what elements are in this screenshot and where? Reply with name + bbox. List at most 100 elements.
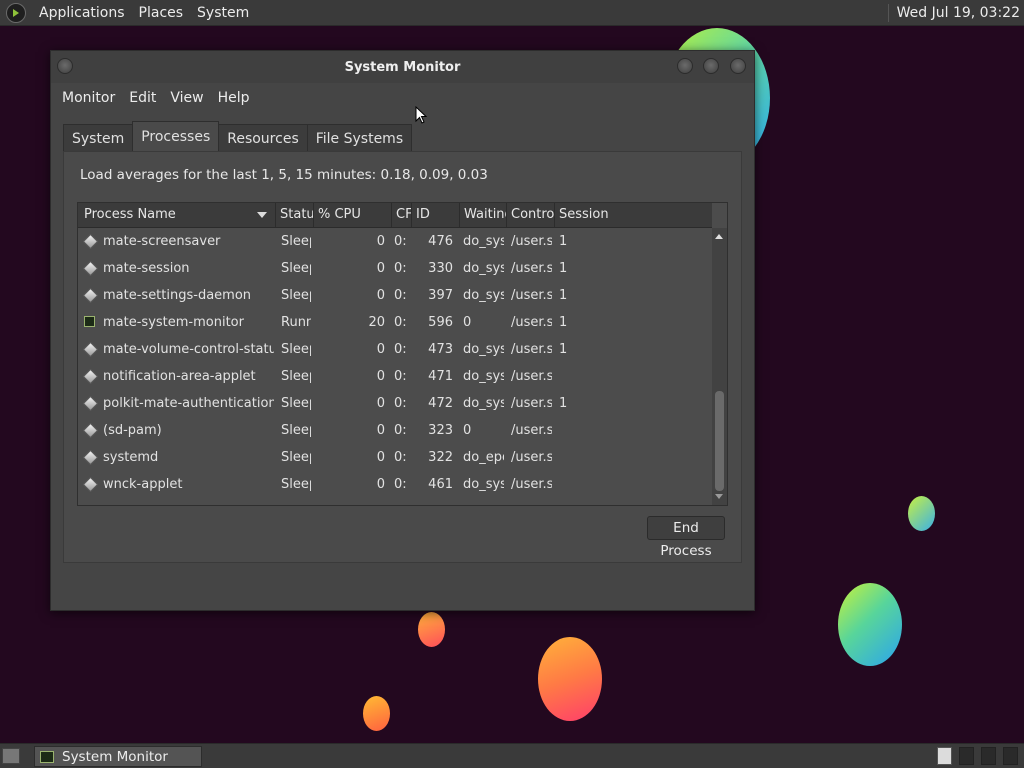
cell-name: wnck-applet xyxy=(103,477,183,492)
cell-session xyxy=(559,444,589,471)
cell-id: 397 xyxy=(428,288,453,303)
menu-edit[interactable]: Edit xyxy=(122,90,163,106)
cell-waiting: do_sys xyxy=(463,234,504,249)
column-header-control-group[interactable]: Contro xyxy=(507,203,555,227)
cell-id: 322 xyxy=(428,450,453,465)
table-row[interactable]: mate-system-monitor Runn 20 0: 596 0/user.s 1 xyxy=(78,309,712,336)
desktop: Applications Places System Wed Jul 19, 0… xyxy=(0,0,1024,768)
end-process-button[interactable]: End Process xyxy=(647,516,725,559)
show-desktop-icon[interactable] xyxy=(2,748,20,764)
cell-cputime: 0: xyxy=(394,261,407,276)
window-titlebar[interactable]: System Monitor xyxy=(51,51,754,83)
cell-cpu: 0 xyxy=(376,342,385,357)
cell-cpu: 0 xyxy=(376,261,385,276)
cell-session xyxy=(559,363,589,390)
cell-status: Sleep xyxy=(281,234,311,249)
cell-status: Sleep xyxy=(281,288,311,303)
table-row[interactable]: wnck-applet Sleep 0 0: 461 do_sys/user.s xyxy=(78,471,712,498)
column-header-process-name[interactable]: Process Name xyxy=(78,203,276,227)
system-monitor-icon xyxy=(84,316,95,327)
table-row[interactable]: systemd Sleep 0 0: 322 do_epo/user.s xyxy=(78,444,712,471)
cell-cpu: 0 xyxy=(376,369,385,384)
tab-system[interactable]: System xyxy=(63,124,134,152)
cell-waiting: 0 xyxy=(463,423,472,438)
tab-file-systems[interactable]: File Systems xyxy=(306,124,413,152)
bottom-panel: System Monitor xyxy=(0,743,1024,768)
vertical-scrollbar[interactable] xyxy=(712,228,727,505)
scroll-up-icon[interactable] xyxy=(715,234,723,239)
cell-waiting: do_sys xyxy=(463,261,504,276)
window-content: System Processes Resources File Systems … xyxy=(63,121,742,563)
cell-id: 471 xyxy=(428,369,453,384)
cell-name: (sd-pam) xyxy=(103,423,162,438)
cell-waiting: do_sys xyxy=(463,396,504,411)
cell-cputime: 0: xyxy=(394,315,407,330)
table-row[interactable]: mate-volume-control-status Sleep 0 0: 473 do_… xyxy=(78,336,712,363)
close-button[interactable] xyxy=(730,58,746,74)
column-header-id[interactable]: ID xyxy=(412,203,460,227)
table-row[interactable]: mate-session Sleep 0 0: 330 do_sys/user.s 1 xyxy=(78,255,712,282)
diamond-icon xyxy=(82,260,99,277)
column-header-waiting-channel[interactable]: Waiting xyxy=(460,203,507,227)
table-body: mate-screensaver Sleep 0 0: 476 do_sys/user.s… xyxy=(78,228,712,498)
minimize-button[interactable] xyxy=(677,58,693,74)
column-header-session[interactable]: Session xyxy=(555,203,712,227)
cell-cputime: 0: xyxy=(394,234,407,249)
cell-control: /user.s xyxy=(511,288,552,303)
taskbar-item-system-monitor[interactable]: System Monitor xyxy=(34,746,202,767)
column-header-status[interactable]: Statu xyxy=(276,203,314,227)
tab-resources[interactable]: Resources xyxy=(218,124,308,152)
table-row[interactable]: mate-settings-daemon Sleep 0 0: 397 do_sys/us… xyxy=(78,282,712,309)
cell-session: 1 xyxy=(559,234,568,249)
diamond-icon xyxy=(82,233,99,250)
cell-control: /user.s xyxy=(511,234,552,249)
diamond-icon xyxy=(82,449,99,466)
table-row[interactable]: mate-screensaver Sleep 0 0: 476 do_sys/user.s… xyxy=(78,228,712,255)
column-header-cpu[interactable]: % CPU xyxy=(314,203,392,227)
cell-cputime: 0: xyxy=(394,288,407,303)
menu-view[interactable]: View xyxy=(163,90,210,106)
cell-waiting: do_epo xyxy=(463,450,504,465)
workspace-2[interactable] xyxy=(959,747,974,765)
cell-waiting: do_sys xyxy=(463,477,504,492)
cell-cpu: 0 xyxy=(376,234,385,249)
load-averages-label: Load averages for the last 1, 5, 15 minu… xyxy=(80,167,488,183)
workspace-4[interactable] xyxy=(1003,747,1018,765)
scrollbar-thumb[interactable] xyxy=(715,391,724,491)
cell-cpu: 0 xyxy=(376,396,385,411)
workspace-3[interactable] xyxy=(981,747,996,765)
cell-id: 476 xyxy=(428,234,453,249)
places-menu[interactable]: Places xyxy=(132,5,191,21)
column-header-cpu-time[interactable]: CF xyxy=(392,203,412,227)
distro-logo-icon[interactable] xyxy=(6,2,26,23)
diamond-icon xyxy=(82,476,99,493)
menu-help[interactable]: Help xyxy=(211,90,257,106)
cell-name: systemd xyxy=(103,450,159,465)
workspace-1[interactable] xyxy=(937,747,952,765)
clock[interactable]: Wed Jul 19, 03:22 xyxy=(897,5,1024,21)
cell-status: Sleep xyxy=(281,342,311,357)
system-monitor-window: System Monitor Monitor Edit View Help Sy… xyxy=(50,50,755,611)
cell-cputime: 0: xyxy=(394,369,407,384)
sort-descending-icon xyxy=(257,212,267,218)
cell-cpu: 0 xyxy=(376,477,385,492)
applications-menu[interactable]: Applications xyxy=(32,5,132,21)
cell-status: Sleep xyxy=(281,396,311,411)
table-row[interactable]: polkit-mate-authentication- Sleep 0 0: 472 do… xyxy=(78,390,712,417)
window-menu-icon[interactable] xyxy=(57,58,73,74)
tab-processes[interactable]: Processes xyxy=(132,121,220,152)
table-header: Process Name Statu % CPU CF ID Waiting C… xyxy=(78,203,712,228)
scroll-down-icon[interactable] xyxy=(715,494,723,499)
cell-session: 1 xyxy=(559,261,568,276)
wallpaper-bubble xyxy=(838,583,902,666)
table-row[interactable]: notification-area-applet Sleep 0 0: 471 do_sy… xyxy=(78,363,712,390)
maximize-button[interactable] xyxy=(703,58,719,74)
table-row[interactable]: (sd-pam) Sleep 0 0: 323 0/user.s xyxy=(78,417,712,444)
system-menu[interactable]: System xyxy=(190,5,256,21)
cell-session: 1 xyxy=(559,342,568,357)
cell-session: 1 xyxy=(559,396,568,411)
menu-monitor[interactable]: Monitor xyxy=(55,90,122,106)
cell-id: 472 xyxy=(428,396,453,411)
cell-cputime: 0: xyxy=(394,396,407,411)
cell-name: mate-screensaver xyxy=(103,234,221,249)
